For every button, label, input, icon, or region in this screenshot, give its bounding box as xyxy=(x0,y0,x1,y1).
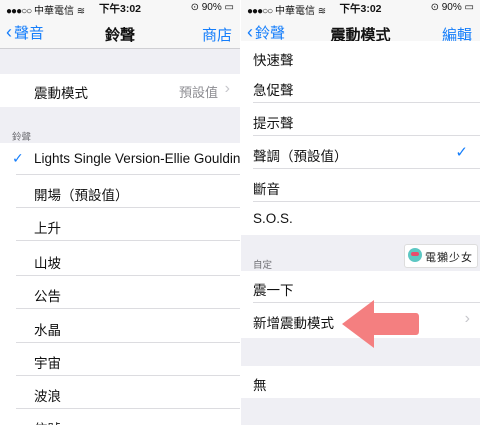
row-value: 預設值 xyxy=(178,85,218,100)
ringtone-name: 水晶 xyxy=(34,323,61,338)
ringtone-name: 公告 xyxy=(34,289,61,304)
vibration-row[interactable]: 快速聲 xyxy=(241,41,480,73)
ringtone-row[interactable]: 信號 xyxy=(0,410,240,425)
vibration-name: 斷音 xyxy=(253,182,280,197)
ringtone-name: 波浪 xyxy=(34,389,61,404)
vibration-pattern-row[interactable]: 震動模式 預設值 › xyxy=(0,74,240,107)
ringtone-name: 開場（預設值） xyxy=(34,188,129,203)
vibration-settings-screen: ●●●○○ 中華電信 ≋ 下午3:02 ⊙ 90% ▭ ‹ 鈴聲 震動模式 編輯 … xyxy=(241,0,480,425)
checkmark-icon: ✓ xyxy=(12,150,24,166)
section-label: 鈴聲 xyxy=(12,132,32,143)
vibration-name: 無 xyxy=(253,378,267,393)
rotation-lock-icon: ⊙ xyxy=(430,2,439,13)
battery-icon: ▭ xyxy=(224,2,234,13)
row-label: 震動模式 xyxy=(34,86,88,101)
watermark-text: 電獺少女 xyxy=(425,252,473,264)
vibration-row[interactable]: 斷音 xyxy=(241,170,480,202)
checkmark-icon: ✓ xyxy=(455,144,468,161)
store-button[interactable]: 商店 xyxy=(202,24,232,45)
vibration-name: S.O.S. xyxy=(253,211,293,226)
vibration-row[interactable]: S.O.S. xyxy=(241,203,480,235)
vibration-name: 新增震動模式 xyxy=(253,316,334,331)
ringtone-row[interactable]: 公告 xyxy=(0,277,240,309)
ringtone-row[interactable]: 宇宙 xyxy=(0,344,240,376)
vibration-row[interactable]: 急促聲 xyxy=(241,71,480,103)
section-label: 自定 xyxy=(253,260,273,271)
status-right: ⊙ 90% ▭ xyxy=(430,2,474,13)
ringtone-row[interactable]: 開場（預設值） xyxy=(0,176,240,208)
status-bar: ●●●○○ 中華電信 ≋ 下午3:02 ⊙ 90% ▭ xyxy=(0,0,240,17)
ringtone-name: Lights Single Version-Ellie Goulding xyxy=(34,151,240,166)
ringtone-row[interactable]: 上升 xyxy=(0,209,240,241)
group-spacer xyxy=(241,398,480,425)
section-header: 鈴聲 xyxy=(0,107,240,143)
none-vibration-row[interactable]: 無 xyxy=(241,366,480,398)
vibration-row[interactable]: 提示聲 xyxy=(241,104,480,136)
vibration-name: 提示聲 xyxy=(253,116,294,131)
status-right: ⊙ 90% ▭ xyxy=(190,2,234,13)
ringtone-settings-screen: ●●●○○ 中華電信 ≋ 下午3:02 ⊙ 90% ▭ ‹ 聲音 鈴聲 商店 震動… xyxy=(0,0,240,425)
ringtone-name: 上升 xyxy=(34,221,61,236)
chevron-right-icon: › xyxy=(224,80,230,97)
vibration-name: 急促聲 xyxy=(253,83,294,98)
ringtone-row[interactable]: 波浪 xyxy=(0,377,240,409)
battery-icon: ▭ xyxy=(464,2,474,13)
ringtone-row[interactable]: 水晶 xyxy=(0,311,240,343)
vibration-row[interactable]: 聲調（預設值） ✓ xyxy=(241,137,480,169)
ringtone-row[interactable]: 山坡 xyxy=(0,244,240,276)
vibration-name: 震一下 xyxy=(253,283,294,298)
annotation-arrow-icon xyxy=(342,300,419,348)
nav-bar: ‹ 聲音 鈴聲 商店 xyxy=(0,16,240,49)
mascot-icon xyxy=(408,248,422,262)
vibration-name: 聲調（預設值） xyxy=(253,149,348,164)
ringtone-name: 信號 xyxy=(34,418,61,425)
watermark: 電獺少女 xyxy=(404,244,478,268)
status-bar: ●●●○○ 中華電信 ≋ 下午3:02 ⊙ 90% ▭ xyxy=(241,0,480,17)
vibration-name: 快速聲 xyxy=(253,53,294,68)
rotation-lock-icon: ⊙ xyxy=(190,2,199,13)
group-spacer xyxy=(0,49,240,74)
ringtone-name: 山坡 xyxy=(34,256,61,271)
ringtone-name: 宇宙 xyxy=(34,356,61,371)
ringtone-row[interactable]: ✓ Lights Single Version-Ellie Goulding xyxy=(0,143,240,175)
chevron-right-icon: › xyxy=(464,310,470,327)
